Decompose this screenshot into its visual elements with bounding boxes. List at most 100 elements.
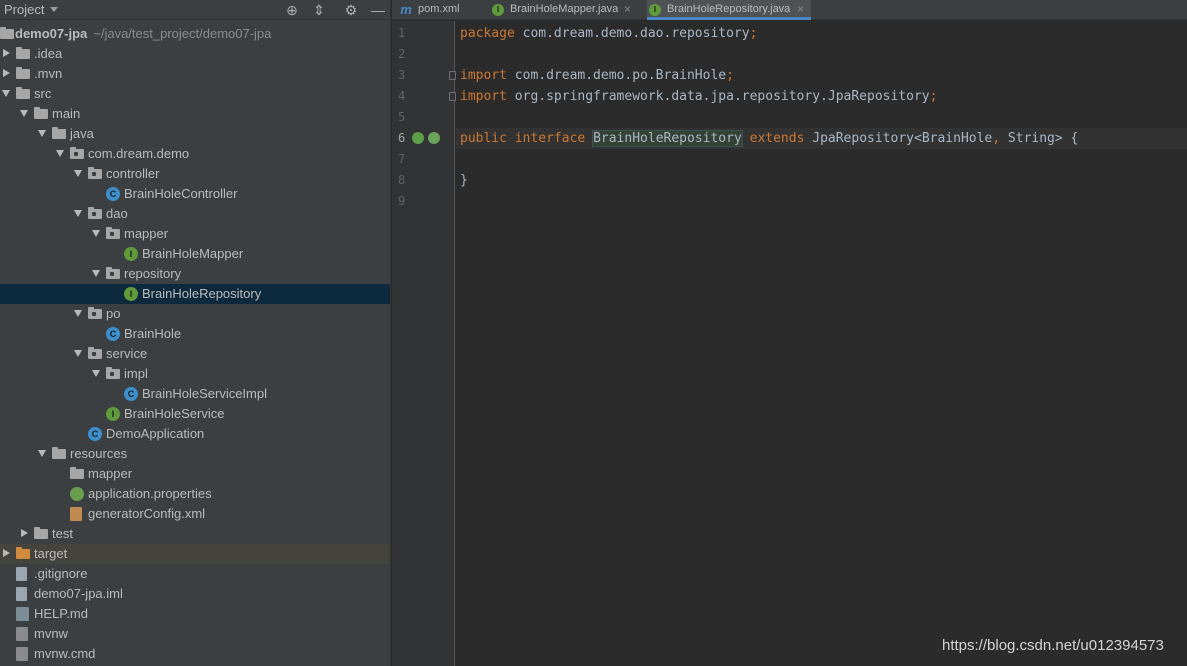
expand-arrow-icon[interactable] bbox=[20, 110, 28, 117]
package-icon bbox=[88, 307, 102, 319]
tree-item[interactable]: .mvn bbox=[0, 64, 390, 84]
tree-item-label: com.dream.demo bbox=[88, 146, 190, 161]
expand-arrow-icon[interactable] bbox=[92, 230, 100, 237]
tree-item[interactable]: impl bbox=[0, 364, 390, 384]
tree-item[interactable]: application.properties bbox=[0, 484, 390, 504]
code-line[interactable]: import org.springframework.data.jpa.repo… bbox=[460, 86, 937, 107]
hide-icon[interactable]: — bbox=[370, 2, 386, 18]
expand-arrow-icon[interactable] bbox=[2, 90, 10, 97]
fold-marker-icon[interactable] bbox=[449, 71, 456, 80]
tree-item[interactable]: I BrainHoleService bbox=[0, 404, 390, 424]
tree-item[interactable]: target bbox=[0, 544, 390, 564]
expand-arrow-icon[interactable] bbox=[56, 150, 64, 157]
code-line[interactable]: import com.dream.demo.po.BrainHole; bbox=[460, 65, 734, 86]
expand-arrow-icon[interactable] bbox=[38, 130, 46, 137]
package-icon bbox=[70, 147, 84, 159]
line-number: 5 bbox=[398, 110, 406, 124]
tree-item[interactable]: demo07-jpa.iml bbox=[0, 584, 390, 604]
tree-item[interactable]: I BrainHoleMapper bbox=[0, 244, 390, 264]
fold-marker-icon[interactable] bbox=[449, 92, 456, 101]
tree-item[interactable]: service bbox=[0, 344, 390, 364]
collapse-all-icon[interactable]: ⇕ bbox=[311, 2, 327, 18]
line-number: 2 bbox=[398, 47, 406, 61]
code-token: } bbox=[460, 173, 468, 188]
close-icon[interactable]: × bbox=[624, 0, 631, 19]
tree-item-text: demo07-jpa ~/java/test_project/demo07-jpa bbox=[15, 24, 271, 44]
implemented-gutter-icon[interactable] bbox=[428, 132, 440, 144]
code-token: interface bbox=[514, 131, 586, 146]
code-line[interactable]: package com.dream.demo.dao.repository; bbox=[460, 23, 757, 44]
tree-item[interactable]: main bbox=[0, 104, 390, 124]
chevron-down-icon[interactable] bbox=[50, 7, 58, 12]
expand-arrow-icon[interactable] bbox=[74, 350, 82, 357]
tree-item-label: mapper bbox=[124, 226, 169, 241]
code-token: org.springframework.data.jpa.repository.… bbox=[506, 89, 930, 104]
tree-item[interactable]: .gitignore bbox=[0, 564, 390, 584]
tree-item[interactable]: C BrainHoleServiceImpl bbox=[0, 384, 390, 404]
tree-item[interactable]: HELP.md bbox=[0, 604, 390, 624]
code-token: import bbox=[460, 89, 507, 104]
tree-item[interactable]: mvnw.cmd bbox=[0, 644, 390, 664]
tree-item-label: BrainHoleService bbox=[124, 406, 225, 421]
tree-item-text: mapper bbox=[88, 464, 132, 484]
tree-item[interactable]: repository bbox=[0, 264, 390, 284]
tree-item-text: BrainHoleMapper bbox=[142, 244, 243, 264]
tree-item-label: BrainHole bbox=[124, 326, 182, 341]
collapse-arrow-icon[interactable] bbox=[3, 69, 10, 77]
tree-item[interactable]: java bbox=[0, 124, 390, 144]
tree-item[interactable]: mapper bbox=[0, 224, 390, 244]
code-editor[interactable]: package com.dream.demo.dao.repository; im… bbox=[456, 21, 1187, 666]
code-line[interactable]: } bbox=[460, 170, 468, 191]
package-icon bbox=[88, 167, 102, 179]
tree-item[interactable]: dao bbox=[0, 204, 390, 224]
tree-item[interactable]: test bbox=[0, 524, 390, 544]
gear-icon[interactable]: ⚙ bbox=[343, 2, 359, 18]
tree-item[interactable]: resources bbox=[0, 444, 390, 464]
tree-item[interactable]: generatorConfig.xml bbox=[0, 504, 390, 524]
close-icon[interactable]: × bbox=[797, 0, 804, 19]
expand-arrow-icon[interactable] bbox=[74, 210, 82, 217]
expand-arrow-icon[interactable] bbox=[74, 170, 82, 177]
collapse-arrow-icon[interactable] bbox=[21, 529, 28, 537]
tree-item[interactable]: mapper bbox=[0, 464, 390, 484]
line-number: 3 bbox=[398, 68, 406, 82]
code-line[interactable]: public interface BrainHoleRepository ext… bbox=[460, 128, 1078, 149]
locate-icon[interactable]: ⊕ bbox=[284, 2, 300, 18]
tree-item[interactable]: I BrainHoleRepository bbox=[0, 284, 390, 304]
editor-tab[interactable]: m pom.xml bbox=[398, 0, 488, 20]
collapse-arrow-icon[interactable] bbox=[3, 549, 10, 557]
tree-item[interactable]: controller bbox=[0, 164, 390, 184]
code-token: com.dream.demo.dao.repository bbox=[514, 26, 750, 41]
tree-item-text: main bbox=[52, 104, 80, 124]
package-icon bbox=[106, 227, 120, 239]
tree-item[interactable]: C BrainHoleController bbox=[0, 184, 390, 204]
expand-arrow-icon[interactable] bbox=[92, 270, 100, 277]
tree-item-text: mvnw bbox=[34, 624, 68, 644]
tree-item[interactable]: C BrainHole bbox=[0, 324, 390, 344]
tree-item[interactable]: com.dream.demo bbox=[0, 144, 390, 164]
tree-item[interactable]: .idea bbox=[0, 44, 390, 64]
tree-item[interactable]: po bbox=[0, 304, 390, 324]
package-icon bbox=[88, 207, 102, 219]
tree-item[interactable]: C DemoApplication bbox=[0, 424, 390, 444]
tree-item[interactable]: mvnw bbox=[0, 624, 390, 644]
project-view-selector[interactable]: Project bbox=[4, 2, 44, 17]
interface-icon: I bbox=[492, 4, 504, 16]
expand-arrow-icon[interactable] bbox=[92, 370, 100, 377]
tree-item-label: .mvn bbox=[34, 66, 63, 81]
tree-item-label: mvnw bbox=[34, 626, 68, 641]
expand-arrow-icon[interactable] bbox=[38, 450, 46, 457]
tree-item-text: HELP.md bbox=[34, 604, 88, 624]
tree-item-label: BrainHoleRepository bbox=[142, 286, 262, 301]
tree-item[interactable]: demo07-jpa ~/java/test_project/demo07-jpa bbox=[0, 24, 390, 44]
tree-item[interactable]: src bbox=[0, 84, 390, 104]
expand-arrow-icon[interactable] bbox=[74, 310, 82, 317]
bean-gutter-icon[interactable] bbox=[412, 132, 424, 144]
tree-item-text: target bbox=[34, 544, 67, 564]
editor-tab[interactable]: I BrainHoleRepository.java × bbox=[647, 0, 811, 20]
tree-item-text: test bbox=[52, 524, 73, 544]
editor-tab[interactable]: I BrainHoleMapper.java × bbox=[490, 0, 638, 20]
package-icon bbox=[106, 267, 120, 279]
collapse-arrow-icon[interactable] bbox=[3, 49, 10, 57]
tree-item-label: java bbox=[70, 126, 94, 141]
